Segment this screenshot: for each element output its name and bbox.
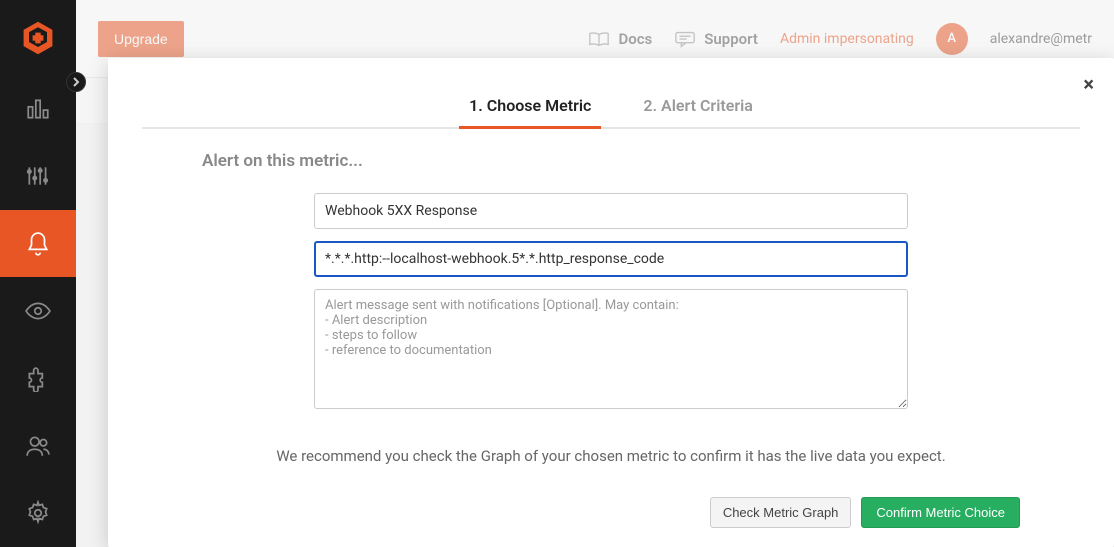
sliders-icon [25, 163, 51, 189]
tab-alert-criteria[interactable]: 2. Alert Criteria [633, 86, 762, 127]
app-logo[interactable] [0, 0, 76, 75]
sidebar-item-alerts[interactable] [0, 210, 76, 277]
confirm-metric-choice-button[interactable]: Confirm Metric Choice [861, 497, 1020, 528]
sidebar-item-settings[interactable] [0, 480, 76, 547]
bar-chart-icon [25, 96, 51, 122]
chevron-right-icon [71, 77, 81, 87]
bell-icon [25, 231, 51, 257]
sidebar-expand-button[interactable] [66, 72, 86, 92]
check-metric-graph-button[interactable]: Check Metric Graph [710, 497, 852, 528]
sidebar-item-plugins[interactable] [0, 345, 76, 412]
alert-message-textarea[interactable] [314, 289, 908, 409]
create-alert-modal: × 1. Choose Metric 2. Alert Criteria Ale… [108, 58, 1114, 547]
sidebar-item-users[interactable] [0, 412, 76, 479]
users-icon [25, 433, 51, 459]
tab-choose-metric[interactable]: 1. Choose Metric [459, 86, 601, 127]
modal-tabs: 1. Choose Metric 2. Alert Criteria [142, 86, 1080, 129]
eye-icon [25, 298, 51, 324]
section-heading: Alert on this metric... [202, 151, 1020, 171]
alert-name-input[interactable] [314, 193, 908, 229]
sidebar [0, 0, 76, 547]
sidebar-item-metrics[interactable] [0, 143, 76, 210]
sidebar-item-charts[interactable] [0, 75, 76, 142]
modal-close-button[interactable]: × [1083, 74, 1094, 94]
sidebar-item-watch[interactable] [0, 277, 76, 344]
metric-path-input[interactable] [314, 241, 908, 277]
puzzle-icon [25, 366, 51, 392]
gear-icon [25, 500, 51, 526]
recommendation-text: We recommend you check the Graph of your… [202, 447, 1020, 465]
